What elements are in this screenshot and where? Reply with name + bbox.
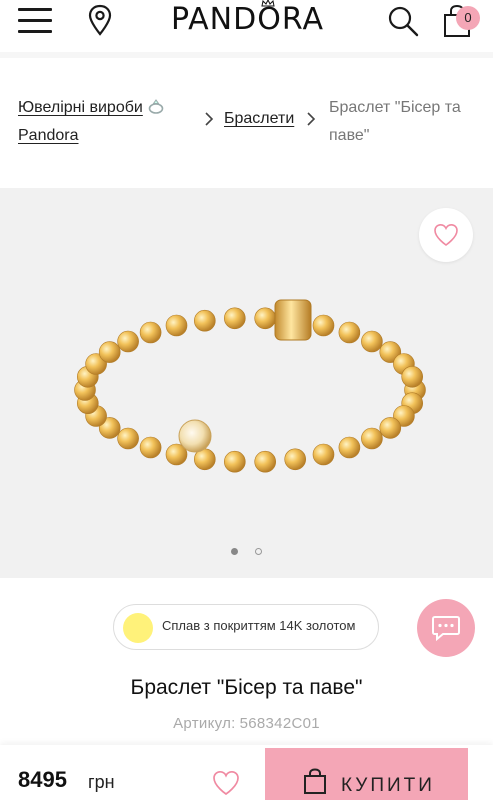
buy-button[interactable]: КУПИТИ bbox=[265, 748, 468, 800]
material-swatch bbox=[123, 613, 153, 643]
bracelet-bead bbox=[254, 450, 276, 473]
bracelet-bead bbox=[284, 448, 306, 471]
bracelet-bead bbox=[117, 427, 139, 450]
bracelet-bead bbox=[379, 417, 402, 439]
favorite-button[interactable] bbox=[419, 208, 473, 262]
bracelet-bead bbox=[401, 366, 424, 388]
heart-outline-icon bbox=[434, 223, 458, 246]
bracelet-bead bbox=[361, 427, 383, 450]
product-image[interactable] bbox=[70, 280, 430, 480]
search-icon[interactable] bbox=[386, 4, 420, 38]
hamburger-menu-icon[interactable] bbox=[18, 6, 54, 34]
header: PANDORA 0 bbox=[0, 0, 493, 52]
bracelet-bead bbox=[139, 436, 162, 459]
bracelet-bead bbox=[312, 443, 335, 466]
bracelet-bead bbox=[312, 314, 335, 337]
bracelet-bead bbox=[338, 436, 361, 459]
material-selector[interactable]: Сплав з покриттям 14K золотом bbox=[113, 604, 379, 650]
divider bbox=[0, 52, 493, 58]
bracelet-bead bbox=[361, 330, 383, 353]
chat-bubble-icon bbox=[432, 616, 460, 642]
currency: грн bbox=[88, 772, 115, 792]
bracelet-bead bbox=[139, 321, 162, 344]
product-title: Браслет "Бісер та паве" bbox=[130, 676, 363, 699]
bracelet-bead bbox=[98, 341, 121, 363]
carousel-dot[interactable] bbox=[255, 548, 262, 555]
price: 8495 bbox=[18, 767, 67, 792]
brand-logo[interactable]: PANDORA bbox=[160, 2, 335, 38]
breadcrumb-current: Браслет "Бісер та паве" bbox=[329, 99, 461, 144]
shopping-bag-icon bbox=[304, 768, 326, 794]
crown-icon bbox=[261, 0, 275, 7]
chat-button[interactable] bbox=[417, 599, 475, 657]
bracelet-bead bbox=[117, 330, 139, 353]
product-sku: Артикул: 568342C01 bbox=[173, 715, 320, 732]
heart-outline-icon[interactable] bbox=[212, 770, 240, 796]
breadcrumb: Ювелірні вироби Pandora Браслети Браслет… bbox=[0, 86, 493, 156]
bracelet-bead bbox=[254, 307, 276, 330]
bracelet-bead bbox=[338, 321, 361, 344]
breadcrumb-link-bracelets[interactable]: Браслети bbox=[224, 108, 294, 130]
breadcrumb-link-jewelry[interactable]: Ювелірні вироби Pandora bbox=[18, 94, 188, 150]
map-pin-icon[interactable] bbox=[86, 4, 114, 36]
bracelet-bead bbox=[194, 309, 216, 332]
chevron-right-icon bbox=[307, 112, 316, 126]
ring-icon bbox=[148, 99, 164, 114]
cart-count-badge: 0 bbox=[456, 6, 480, 30]
buy-label: КУПИТИ bbox=[341, 775, 435, 796]
bracelet-bead bbox=[165, 314, 188, 337]
material-label: Сплав з покриттям 14K золотом bbox=[162, 618, 356, 633]
carousel-dot-active[interactable] bbox=[231, 548, 238, 555]
chevron-right-icon bbox=[205, 112, 214, 126]
purchase-bar: 8495 грн КУПИТИ bbox=[0, 745, 493, 800]
bracelet-bead bbox=[224, 450, 246, 473]
bracelet-bead bbox=[224, 307, 246, 330]
